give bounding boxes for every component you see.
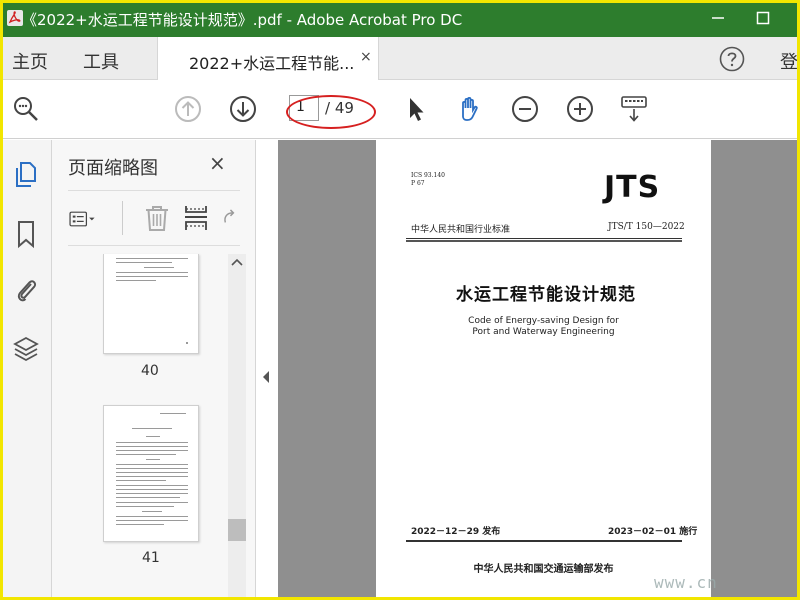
watermark: www.cn <box>654 573 718 592</box>
footer-rule <box>406 540 682 542</box>
english-title-line: Port and Waterway Engineering <box>472 327 615 337</box>
thumbnail-options-button[interactable] <box>68 204 98 234</box>
left-rail <box>3 140 52 597</box>
page-thumbnail[interactable] <box>103 405 199 542</box>
previous-page-button[interactable] <box>173 94 203 124</box>
page-thumbnails-button[interactable] <box>11 160 41 190</box>
options-menu-icon <box>69 211 95 227</box>
document-viewport[interactable]: ICS 93.140 P 67 JTS 中华人民共和国行业标准 JTS/T 15… <box>278 140 797 597</box>
trash-icon <box>146 206 168 231</box>
thumbnail-panel: 页面缩略图 × 40 41 <box>52 140 256 597</box>
close-panel-icon[interactable]: × <box>209 151 226 175</box>
header-rule <box>406 238 682 239</box>
attachments-button[interactable] <box>11 275 41 305</box>
toolbar-divider <box>122 201 123 235</box>
ics-line: P 67 <box>411 180 425 187</box>
panel-tools <box>68 190 240 246</box>
english-title-line: Code of Energy-saving Design for <box>468 316 619 326</box>
help-icon[interactable] <box>719 46 745 72</box>
keyboard-arrow-icon <box>621 96 647 122</box>
standard-number: JTS/T 150—2022 <box>608 222 685 232</box>
tab-bar: 主页 工具 2022+水运工程节能... × 登 <box>3 37 798 80</box>
minimize-icon <box>712 17 724 19</box>
rotate-page-button[interactable] <box>218 203 240 233</box>
magnifier-icon <box>14 97 38 121</box>
insert-page-icon <box>185 206 207 230</box>
hand-tool-button[interactable] <box>455 94 485 124</box>
window-title: 《2022+水运工程节能设计规范》.pdf - Adobe Acrobat Pr… <box>22 11 463 29</box>
zoom-in-button[interactable] <box>565 94 595 124</box>
chinese-title: 水运工程节能设计规范 <box>456 285 636 305</box>
ics-line: ICS 93.140 <box>411 172 445 179</box>
close-tab-icon[interactable]: × <box>360 49 372 65</box>
home-tab[interactable]: 主页 <box>12 48 48 74</box>
collapse-panel-icon[interactable] <box>261 370 271 387</box>
login-button[interactable]: 登 <box>780 48 798 74</box>
ics-code: ICS 93.140 P 67 <box>411 172 445 188</box>
title-bar: 《2022+水运工程节能设计规范》.pdf - Adobe Acrobat Pr… <box>0 0 800 37</box>
maximize-button[interactable] <box>751 7 775 29</box>
select-tool-button[interactable] <box>401 94 431 124</box>
keyboard-scroll-button[interactable] <box>619 94 649 124</box>
layers-button[interactable] <box>11 334 41 364</box>
tools-tab[interactable]: 工具 <box>83 48 119 74</box>
scrollbar-thumb[interactable] <box>228 519 246 541</box>
page-thumbnail[interactable] <box>103 254 199 354</box>
page-number-input[interactable]: 1 <box>289 95 319 121</box>
minus-circle-icon <box>512 96 538 122</box>
cursor-arrow-icon <box>410 98 424 121</box>
effective-date: 2023－02－01 施行 <box>608 527 698 537</box>
pages-icon <box>16 162 36 187</box>
bookmark-icon <box>18 221 34 249</box>
paperclip-icon <box>17 280 37 302</box>
layers-icon <box>13 336 39 362</box>
thumbnail-page-number: 41 <box>142 550 160 566</box>
industry-standard-label: 中华人民共和国行业标准 <box>411 225 511 235</box>
scroll-up-icon[interactable] <box>231 256 243 270</box>
bookmarks-button[interactable] <box>11 219 41 249</box>
toolbar: 1 / 49 <box>3 80 797 139</box>
thumbnail-scrollbar[interactable] <box>228 254 246 597</box>
page-total-label: / 49 <box>325 99 354 117</box>
plus-circle-icon <box>567 96 593 122</box>
arrow-down-circle-icon <box>230 96 256 122</box>
find-tool-button[interactable] <box>11 94 41 124</box>
zoom-out-button[interactable] <box>510 94 540 124</box>
insert-page-button[interactable] <box>181 203 211 233</box>
arrow-up-circle-icon <box>175 96 201 122</box>
next-page-button[interactable] <box>228 94 258 124</box>
thumbnail-page-number: 40 <box>141 363 159 379</box>
minimize-button[interactable] <box>706 7 730 29</box>
document-tab[interactable]: 2022+水运工程节能... × <box>157 37 379 80</box>
rotate-icon <box>224 209 235 223</box>
panel-title: 页面缩略图 <box>68 158 158 179</box>
hand-icon <box>462 96 478 121</box>
document-tab-label: 2022+水运工程节能... <box>189 54 355 73</box>
header-rule-double <box>406 240 682 242</box>
delete-page-button[interactable] <box>142 203 172 233</box>
document-page: ICS 93.140 P 67 JTS 中华人民共和国行业标准 JTS/T 15… <box>376 140 711 597</box>
issue-date: 2022－12－29 发布 <box>411 527 501 537</box>
jts-logo: JTS <box>604 170 661 205</box>
maximize-icon <box>756 11 770 25</box>
